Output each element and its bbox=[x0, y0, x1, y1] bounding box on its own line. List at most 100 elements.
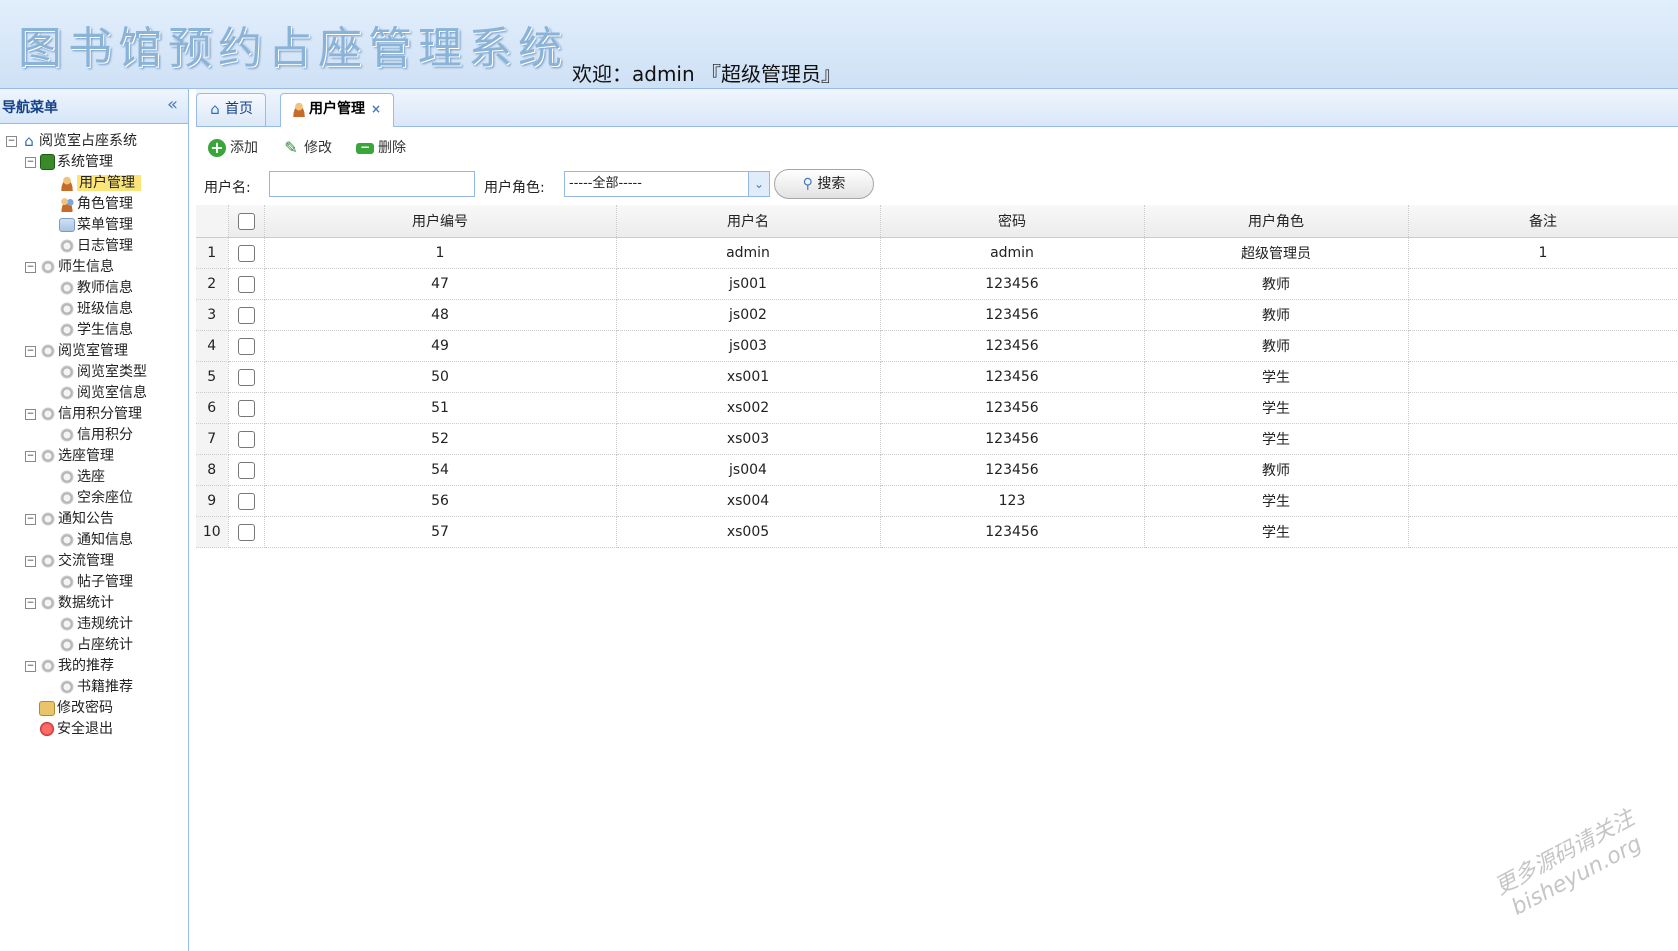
col-header-password[interactable]: 密码 bbox=[880, 205, 1145, 238]
nav-item[interactable]: 占座统计 bbox=[59, 634, 133, 656]
app-title: 图书馆预约占座管理系统 bbox=[18, 23, 568, 74]
close-tab-icon[interactable]: × bbox=[371, 102, 381, 116]
collapse-toggle-icon[interactable]: − bbox=[25, 660, 36, 672]
table-row[interactable]: 7 52 xs003 123456 学生 bbox=[196, 423, 1678, 455]
tab-home[interactable]: ⌂ 首页 bbox=[196, 93, 266, 126]
book-icon bbox=[40, 154, 55, 170]
table-row[interactable]: 3 48 js002 123456 教师 bbox=[196, 299, 1678, 331]
cell-password: 123456 bbox=[880, 423, 1145, 455]
collapse-panel-icon[interactable]: « bbox=[167, 94, 178, 115]
nav-item[interactable]: 学生信息 bbox=[59, 319, 133, 341]
nav-item[interactable]: 角色管理 bbox=[59, 193, 133, 215]
row-checkbox[interactable] bbox=[237, 430, 255, 448]
user-icon bbox=[59, 175, 75, 191]
table-row[interactable]: 4 49 js003 123456 教师 bbox=[196, 330, 1678, 362]
nav-item[interactable]: 阅览室类型 bbox=[59, 361, 147, 383]
chevron-down-icon[interactable]: ⌄ bbox=[748, 172, 769, 196]
cell-role: 学生 bbox=[1144, 516, 1409, 548]
nav-item[interactable]: − 系统管理 bbox=[25, 151, 113, 173]
username-input[interactable] bbox=[269, 171, 475, 197]
row-checkbox[interactable] bbox=[237, 275, 255, 293]
nav-item[interactable]: 选座 bbox=[59, 466, 105, 488]
collapse-toggle-icon[interactable]: − bbox=[25, 345, 36, 357]
nav-item[interactable]: − 师生信息 bbox=[25, 256, 114, 278]
cell-user-id: 54 bbox=[264, 454, 617, 486]
nav-item[interactable]: − 我的推荐 bbox=[25, 655, 114, 677]
col-header-username[interactable]: 用户名 bbox=[616, 205, 881, 238]
nav-item[interactable]: 菜单管理 bbox=[59, 214, 133, 236]
cell-username: js002 bbox=[616, 299, 881, 331]
collapse-toggle-icon[interactable]: − bbox=[25, 261, 36, 273]
cell-username: xs003 bbox=[616, 423, 881, 455]
collapse-toggle-icon[interactable]: − bbox=[25, 408, 36, 420]
collapse-toggle-icon[interactable]: − bbox=[25, 597, 36, 609]
edit-button[interactable]: ✎ 修改 bbox=[282, 137, 332, 157]
nav-item-label: 空余座位 bbox=[77, 490, 133, 506]
search-button[interactable]: ⚲ 搜索 bbox=[774, 169, 874, 199]
role-select[interactable]: -----全部----- ⌄ bbox=[564, 171, 770, 197]
tab-user-management[interactable]: 用户管理 × bbox=[280, 93, 395, 127]
nav-item[interactable]: 用户管理 bbox=[59, 172, 141, 194]
edit-button-label: 修改 bbox=[304, 140, 332, 156]
table-row[interactable]: 9 56 xs004 123 学生 bbox=[196, 485, 1678, 517]
table-row[interactable]: 8 54 js004 123456 教师 bbox=[196, 454, 1678, 486]
nav-item[interactable]: 书籍推荐 bbox=[59, 676, 133, 698]
collapse-toggle-icon[interactable]: − bbox=[25, 156, 36, 168]
nav-item[interactable]: 安全退出 bbox=[39, 718, 113, 740]
row-checkbox[interactable] bbox=[237, 368, 255, 386]
cell-note bbox=[1408, 423, 1678, 455]
collapse-toggle-icon[interactable]: − bbox=[25, 555, 36, 567]
row-checkbox[interactable] bbox=[237, 244, 255, 262]
row-checkbox[interactable] bbox=[237, 461, 255, 479]
row-checkbox[interactable] bbox=[237, 399, 255, 417]
gear-icon bbox=[40, 511, 56, 527]
nav-item[interactable]: − 阅览室管理 bbox=[25, 340, 128, 362]
gear-icon bbox=[59, 427, 75, 443]
table-row[interactable]: 10 57 xs005 123456 学生 bbox=[196, 516, 1678, 548]
nav-item[interactable]: 信用积分 bbox=[59, 424, 133, 446]
table-row[interactable]: 1 1 admin admin 超级管理员 1 bbox=[196, 237, 1678, 269]
gear-icon bbox=[59, 679, 75, 695]
search-row: 用户名: 用户角色: -----全部----- ⌄ ⚲ 搜索 bbox=[196, 169, 1678, 203]
nav-item[interactable]: 日志管理 bbox=[59, 235, 133, 257]
table-row[interactable]: 2 47 js001 123456 教师 bbox=[196, 268, 1678, 300]
row-checkbox[interactable] bbox=[237, 306, 255, 324]
nav-item[interactable]: 违规统计 bbox=[59, 613, 133, 635]
nav-item[interactable]: − 通知公告 bbox=[25, 508, 114, 530]
delete-button[interactable]: − 删除 bbox=[356, 137, 406, 157]
nav-item-label: 阅览室占座系统 bbox=[39, 133, 137, 149]
role-label: 用户角色: bbox=[484, 180, 545, 196]
collapse-toggle-icon[interactable]: − bbox=[25, 450, 36, 462]
nav-item[interactable]: 通知信息 bbox=[59, 529, 133, 551]
nav-item[interactable]: 教师信息 bbox=[59, 277, 133, 299]
col-header-id[interactable]: 用户编号 bbox=[264, 205, 617, 238]
cell-username: xs005 bbox=[616, 516, 881, 548]
nav-item[interactable]: − 交流管理 bbox=[25, 550, 114, 572]
nav-item[interactable]: 帖子管理 bbox=[59, 571, 133, 593]
nav-item[interactable]: 阅览室信息 bbox=[59, 382, 147, 404]
row-checkbox-cell bbox=[228, 299, 265, 331]
row-checkbox[interactable] bbox=[237, 337, 255, 355]
nav-item[interactable]: 空余座位 bbox=[59, 487, 133, 509]
table-row[interactable]: 6 51 xs002 123456 学生 bbox=[196, 392, 1678, 424]
pencil-icon: ✎ bbox=[284, 138, 298, 157]
col-header-note[interactable]: 备注 bbox=[1408, 205, 1678, 238]
add-button[interactable]: + 添加 bbox=[208, 137, 258, 157]
table-row[interactable]: 5 50 xs001 123456 学生 bbox=[196, 361, 1678, 393]
nav-item[interactable]: − 选座管理 bbox=[25, 445, 114, 467]
nav-item[interactable]: 修改密码 bbox=[39, 697, 113, 719]
nav-item[interactable]: − ⌂ 阅览室占座系统 bbox=[6, 130, 137, 152]
row-checkbox[interactable] bbox=[237, 523, 255, 541]
collapse-toggle-icon[interactable]: − bbox=[6, 135, 17, 147]
row-checkbox[interactable] bbox=[237, 492, 255, 510]
col-header-role[interactable]: 用户角色 bbox=[1144, 205, 1409, 238]
nav-item-label: 信用积分 bbox=[77, 427, 133, 443]
nav-item[interactable]: − 信用积分管理 bbox=[25, 403, 142, 425]
cell-password: 123456 bbox=[880, 299, 1145, 331]
user-grid: 用户编号 用户名 密码 用户角色 备注 1 1 admin admin 超级管理员 1 2 4… bbox=[196, 205, 1678, 548]
row-number: 10 bbox=[196, 516, 229, 548]
select-all-checkbox[interactable] bbox=[237, 212, 255, 230]
collapse-toggle-icon[interactable]: − bbox=[25, 513, 36, 525]
nav-item[interactable]: 班级信息 bbox=[59, 298, 133, 320]
nav-item[interactable]: − 数据统计 bbox=[25, 592, 114, 614]
